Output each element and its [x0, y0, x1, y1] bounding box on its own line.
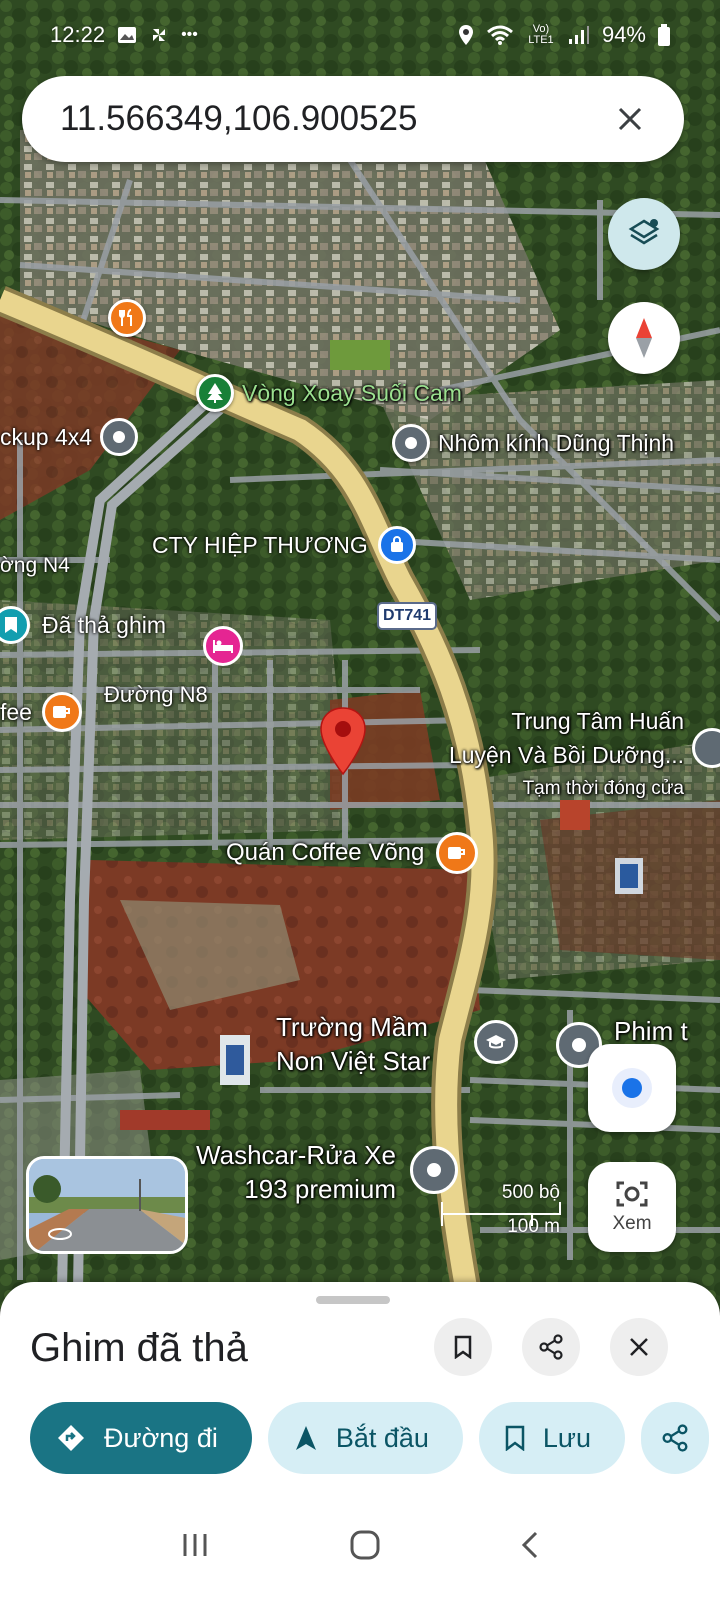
poi-washcar[interactable]: Washcar-Rửa Xe 193 premium — [196, 1138, 396, 1206]
poi-truong-mam-non[interactable]: Trường Mầm Non Việt Star — [276, 1010, 430, 1078]
poi-restaurant[interactable] — [108, 299, 146, 337]
map-scale: 500 bộ 100 m — [440, 1180, 562, 1238]
navigation-arrow-icon — [295, 1426, 316, 1450]
poi-label: fee — [0, 698, 32, 725]
coffee-icon — [436, 832, 479, 874]
camera-lens-icon — [616, 1181, 648, 1207]
poi-dropped-pin-label[interactable]: Đã thả ghim — [0, 606, 166, 644]
share-icon-button[interactable] — [522, 1318, 580, 1376]
save-icon-button[interactable] — [434, 1318, 492, 1376]
poi-label: Quán Coffee Võng — [226, 839, 425, 866]
bed-icon — [213, 640, 233, 653]
street-label-n4: ờng N4 — [0, 554, 70, 577]
bookmark-icon — [0, 606, 30, 644]
coffee-icon — [41, 692, 82, 732]
compass-icon — [636, 318, 652, 358]
school-icon — [474, 1020, 518, 1064]
back-icon[interactable] — [520, 1530, 540, 1560]
rotate-360-icon — [48, 1228, 72, 1240]
battery-percent: 94% — [601, 22, 646, 47]
action-chips: Đường đi Bắt đầu Lưu — [30, 1402, 710, 1474]
location-icon — [100, 418, 139, 456]
poi-coffee-vong[interactable]: Quán Coffee Võng — [226, 832, 479, 874]
system-nav-bar — [0, 1490, 720, 1600]
place-bottom-sheet[interactable]: Ghim đã thả Đường đi Bắt đầu Lưu — [0, 1282, 720, 1600]
poi-trung-tam[interactable]: Trung Tâm Huấn Luyện Và Bồi Dưỡng... Tạm… — [449, 704, 684, 806]
status-bar: 12:22 ••• Vo) LTE1 94% — [0, 0, 720, 70]
sheet-drag-handle[interactable] — [316, 1296, 390, 1304]
wifi-icon — [486, 25, 513, 45]
poi-label: Nhôm kính Dũng Thịnh — [438, 429, 675, 456]
location-status-icon — [458, 25, 473, 45]
home-icon[interactable] — [349, 1529, 381, 1561]
share-icon — [662, 1424, 688, 1452]
poi-label: CTY HIỆP THƯƠNG — [152, 531, 368, 558]
poi-hotel[interactable] — [203, 626, 243, 666]
share-chip-button[interactable] — [641, 1402, 710, 1474]
poi-cty-hiep-thuong[interactable]: CTY HIỆP THƯƠNG — [152, 526, 416, 564]
bookmark-icon — [454, 1335, 472, 1359]
poi-vong-xoay[interactable]: Vòng Xoay Suối Cam — [196, 374, 462, 412]
my-location-icon — [612, 1068, 652, 1108]
poi-label: Vòng Xoay Suối Cam — [242, 379, 462, 406]
share-icon — [539, 1334, 563, 1360]
location-icon — [572, 1038, 586, 1052]
directions-button[interactable]: Đường đi — [30, 1402, 252, 1474]
close-icon — [630, 1338, 648, 1356]
search-bar[interactable]: 11.566349,106.900525 — [22, 76, 684, 162]
compass-button[interactable] — [608, 302, 680, 374]
network-type: Vo) LTE1 — [528, 23, 554, 46]
poi-pickup[interactable]: ckup 4x4 — [0, 418, 139, 456]
close-sheet-button[interactable] — [610, 1318, 668, 1376]
start-navigation-button[interactable]: Bắt đầu — [267, 1402, 463, 1474]
pinwheel-icon — [153, 29, 166, 41]
place-title: Ghim đã thả — [30, 1326, 248, 1370]
close-icon — [618, 107, 642, 131]
recent-apps-icon[interactable] — [180, 1531, 210, 1559]
layers-icon — [628, 219, 660, 245]
poi-label: ckup 4x4 — [0, 423, 93, 450]
save-button[interactable]: Lưu — [478, 1402, 626, 1474]
red-pin-icon — [320, 707, 366, 776]
street-label-n8: Đường N8 — [104, 682, 208, 707]
search-query[interactable]: 11.566349,106.900525 — [60, 99, 606, 139]
bookmark-icon — [505, 1425, 525, 1451]
battery-icon — [658, 24, 670, 46]
status-time: 12:22 — [50, 22, 106, 47]
clear-search-button[interactable] — [606, 95, 654, 143]
my-location-button[interactable] — [588, 1044, 676, 1132]
layers-button[interactable] — [608, 198, 680, 270]
poi-nhom-kinh[interactable]: Nhôm kính Dũng Thịnh — [392, 424, 674, 462]
lens-view-button[interactable]: Xem — [588, 1162, 676, 1252]
scale-bar — [441, 1202, 561, 1226]
dropped-pin-marker[interactable] — [318, 706, 368, 781]
fork-knife-icon — [108, 299, 146, 337]
street-view-thumbnail[interactable] — [26, 1156, 188, 1254]
poi-coffee-left[interactable]: fee — [0, 692, 82, 732]
road-shield-dt741: DT741 — [377, 602, 437, 630]
tree-icon — [196, 374, 234, 412]
shopping-bag-icon — [377, 526, 416, 564]
location-icon — [392, 424, 430, 462]
image-notification-icon — [118, 27, 137, 43]
dots-notification-icon: ••• — [181, 26, 198, 43]
directions-icon — [58, 1425, 84, 1451]
poi-label: Đã thả ghim — [42, 611, 167, 638]
signal-icon — [568, 26, 589, 44]
